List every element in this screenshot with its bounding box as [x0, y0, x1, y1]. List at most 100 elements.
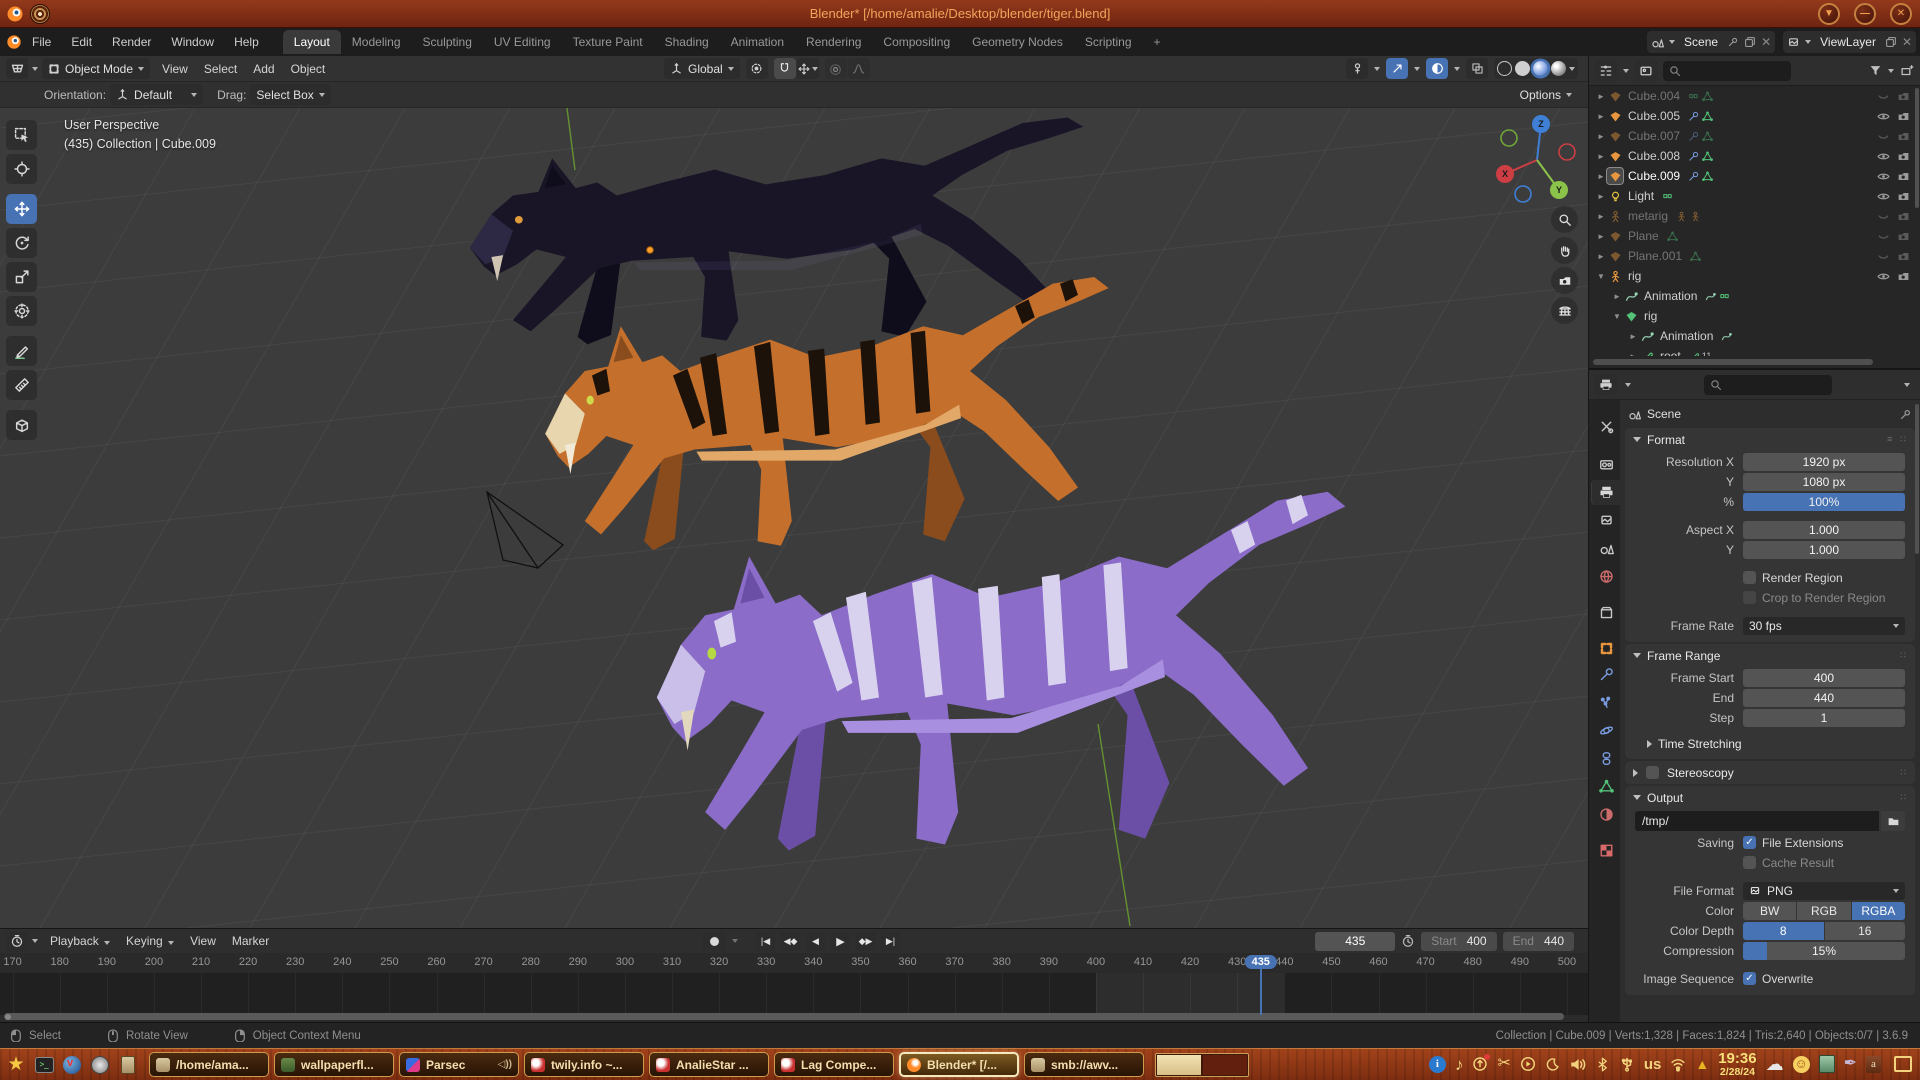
- viewport-menu-view[interactable]: View: [154, 59, 196, 79]
- select-box-tool[interactable]: [6, 120, 37, 150]
- outliner-row-plane-001[interactable]: ►Plane.001: [1589, 246, 1920, 266]
- previous-keyframe-button[interactable]: ◀◆: [781, 932, 800, 951]
- pan-viewport-button[interactable]: [1551, 237, 1578, 264]
- expand-arrow-icon[interactable]: ►: [1595, 92, 1607, 101]
- viewport-menu-object[interactable]: Object: [283, 59, 334, 79]
- stereoscopy-checkbox[interactable]: [1646, 766, 1659, 779]
- timeline-menu-marker[interactable]: Marker: [224, 932, 277, 950]
- options-dropdown[interactable]: Options: [1514, 84, 1578, 105]
- shade-window-button[interactable]: ▼: [1818, 3, 1840, 25]
- add-cube-tool[interactable]: [6, 410, 37, 440]
- properties-tab-viewlayer[interactable]: [1592, 508, 1620, 533]
- properties-tab-physics[interactable]: [1592, 718, 1620, 743]
- object-origin-point[interactable]: [647, 247, 654, 254]
- properties-editor-type-icon[interactable]: [1595, 374, 1617, 395]
- eye-closed-icon[interactable]: [1877, 90, 1890, 103]
- properties-tab-render[interactable]: [1592, 452, 1620, 477]
- expand-arrow-icon[interactable]: ►: [1595, 172, 1607, 181]
- pin-icon[interactable]: [1727, 36, 1739, 48]
- viewport-menu-add[interactable]: Add: [245, 59, 282, 79]
- tray-music-icon[interactable]: ♪: [1455, 1056, 1464, 1073]
- view-layer-selector[interactable]: ViewLayer ✕: [1783, 31, 1916, 53]
- taskbar-window-parsec[interactable]: Parsec◁)): [399, 1052, 519, 1077]
- workspace-tab-rendering[interactable]: Rendering: [795, 30, 872, 54]
- blender-menu-logo-icon[interactable]: [6, 34, 22, 50]
- proportional-falloff-dropdown[interactable]: [848, 58, 870, 79]
- properties-tab-output[interactable]: [1592, 480, 1620, 505]
- tray-updates-icon[interactable]: [1472, 1056, 1488, 1072]
- timeline-scrollbar[interactable]: [4, 1013, 1564, 1020]
- outliner-row-rig[interactable]: ▼rig: [1589, 306, 1920, 326]
- filter-icon[interactable]: [1869, 64, 1882, 77]
- expand-arrow-icon[interactable]: ►: [1595, 132, 1607, 141]
- camera-restrict-icon[interactable]: [1897, 270, 1910, 283]
- aspect-y-field[interactable]: 1.000: [1743, 541, 1905, 559]
- snap-settings-dropdown[interactable]: [797, 58, 819, 79]
- properties-tab-data[interactable]: [1592, 774, 1620, 799]
- play-button[interactable]: ▶: [831, 932, 850, 951]
- viewport-menu-select[interactable]: Select: [196, 59, 245, 79]
- outliner-row-rig[interactable]: ▼rig: [1589, 266, 1920, 286]
- expand-arrow-icon[interactable]: ▼: [1595, 272, 1607, 281]
- pin-id-icon[interactable]: [1899, 408, 1912, 421]
- add-workspace-button[interactable]: +: [1143, 30, 1172, 54]
- tray-bluetooth-icon[interactable]: [1595, 1057, 1610, 1072]
- outliner-row-light[interactable]: ►Light: [1589, 186, 1920, 206]
- outliner-vertical-scrollbar[interactable]: [1915, 88, 1919, 208]
- topbar-menu-file[interactable]: File: [22, 32, 61, 52]
- navigation-gizmo[interactable]: ZXY: [1482, 108, 1588, 216]
- launcher-terminal-icon[interactable]: >_: [32, 1053, 56, 1077]
- frame-start-prop-field[interactable]: 400: [1743, 669, 1905, 687]
- toggle-perspective-button[interactable]: [1551, 297, 1578, 324]
- frame-range-panel-header[interactable]: Frame Range ∷: [1625, 644, 1915, 667]
- output-panel-header[interactable]: Output ∷: [1625, 786, 1915, 809]
- unlink-scene-icon[interactable]: ✕: [1761, 35, 1771, 49]
- color-mode-rgba[interactable]: RGBA: [1852, 902, 1905, 920]
- gizmo-axis[interactable]: [1515, 186, 1531, 202]
- snap-toggle[interactable]: [774, 58, 796, 79]
- taskbar-clock[interactable]: 19:362/28/24: [1718, 1051, 1756, 1078]
- orientation-setting-dropdown[interactable]: Default: [110, 84, 203, 105]
- viewport-object-purple-tiger[interactable]: [657, 492, 1346, 851]
- expand-arrow-icon[interactable]: ►: [1627, 352, 1639, 357]
- browse-folder-icon[interactable]: [1881, 811, 1905, 831]
- measure-tool[interactable]: [6, 370, 37, 400]
- playhead-frame-label[interactable]: 435: [1245, 955, 1277, 969]
- use-preview-range-icon[interactable]: [1401, 934, 1415, 948]
- launcher-menu-star-icon[interactable]: ★: [4, 1053, 28, 1077]
- show-desktop-button[interactable]: [1894, 1056, 1912, 1072]
- timeline-menu-view[interactable]: View: [182, 932, 224, 950]
- new-scene-icon[interactable]: [1744, 36, 1756, 48]
- auto-keying-button[interactable]: [702, 932, 726, 951]
- camera-restrict-icon[interactable]: [1897, 110, 1910, 123]
- close-window-button[interactable]: ✕: [1890, 3, 1912, 25]
- properties-tab-scene[interactable]: [1592, 536, 1620, 561]
- camera-restrict-icon[interactable]: [1897, 170, 1910, 183]
- topbar-menu-render[interactable]: Render: [102, 32, 161, 52]
- properties-tab-particles[interactable]: [1592, 690, 1620, 715]
- cursor-tool[interactable]: [6, 154, 37, 184]
- expand-arrow-icon[interactable]: ►: [1595, 152, 1607, 161]
- material-preview-icon[interactable]: [1533, 61, 1548, 76]
- color-depth-16[interactable]: 16: [1825, 922, 1906, 940]
- workspace-tab-layout[interactable]: Layout: [283, 30, 341, 54]
- workspace-tab-sculpting[interactable]: Sculpting: [412, 30, 483, 54]
- timeline-menu-keying[interactable]: Keying: [118, 932, 182, 950]
- outliner-row-animation[interactable]: ►Animation: [1589, 286, 1920, 306]
- properties-tab-constraint[interactable]: [1592, 746, 1620, 771]
- overwrite-checkbox[interactable]: ✓: [1743, 972, 1756, 985]
- timeline-ruler[interactable]: 1701801902002102202302402502602702802903…: [0, 953, 1588, 973]
- cache-result-checkbox[interactable]: [1743, 856, 1756, 869]
- expand-arrow-icon[interactable]: ►: [1595, 232, 1607, 241]
- gizmo-axis[interactable]: [1559, 144, 1575, 160]
- play-reverse-button[interactable]: ◀: [806, 932, 825, 951]
- rotate-tool[interactable]: [6, 228, 37, 258]
- taskbar-window-twily-info-[interactable]: twily.info ~...: [524, 1052, 644, 1077]
- launcher-file-cabinet-icon[interactable]: [116, 1053, 140, 1077]
- pivot-point-dropdown[interactable]: [746, 58, 768, 79]
- zoom-viewport-button[interactable]: [1551, 206, 1578, 233]
- workspace-tab-modeling[interactable]: Modeling: [341, 30, 412, 54]
- taskbar-window-lag-compe-[interactable]: Lag Compe...: [774, 1052, 894, 1077]
- tray-usb-icon[interactable]: [1619, 1056, 1635, 1072]
- move-tool[interactable]: [6, 194, 37, 224]
